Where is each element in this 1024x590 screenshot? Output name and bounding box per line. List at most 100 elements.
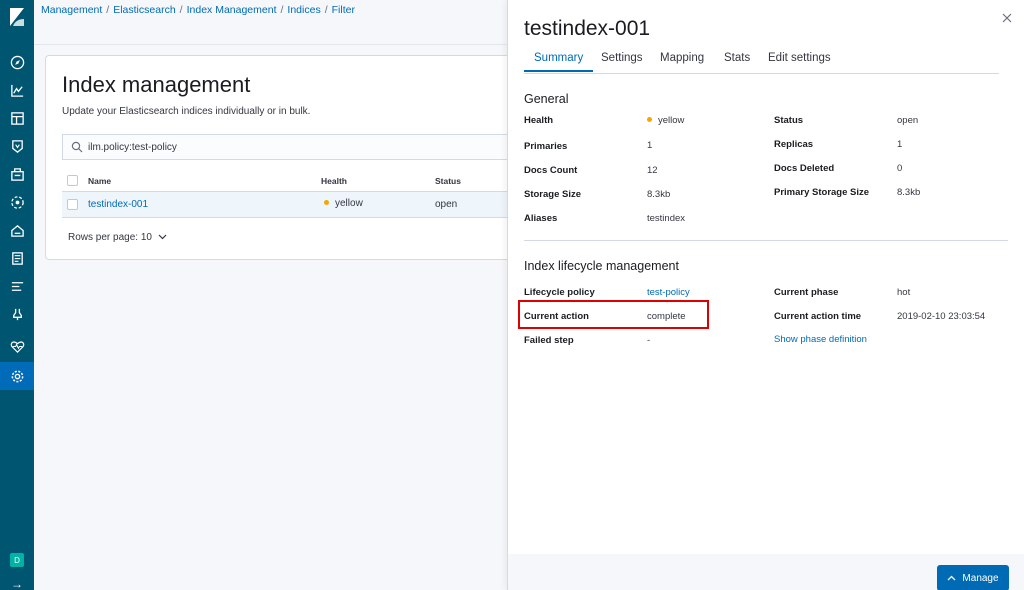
current-phase-value: hot xyxy=(897,287,911,298)
gear-icon xyxy=(11,370,23,382)
status-cell: open xyxy=(435,199,458,210)
visualize-icon xyxy=(10,84,23,97)
nav-maps[interactable] xyxy=(0,160,34,188)
manage-button[interactable]: Manage xyxy=(937,565,1009,590)
tab-mapping[interactable]: Mapping xyxy=(660,52,704,70)
nav-ml[interactable] xyxy=(0,188,34,216)
storage-size-label: Storage Size xyxy=(524,189,582,200)
section-divider xyxy=(524,240,1008,241)
failed-step-label: Failed step xyxy=(524,335,574,346)
flyout-tabs: Summary Settings Mapping Stats Edit sett… xyxy=(524,50,999,74)
monitoring-icon xyxy=(10,341,24,353)
collapse-nav-icon[interactable]: → xyxy=(10,578,24,590)
column-status[interactable]: Status xyxy=(435,176,461,186)
primaries-label: Primaries xyxy=(524,141,568,152)
kibana-logo[interactable] xyxy=(0,0,34,34)
health-dot-icon xyxy=(324,199,329,205)
chevron-up-icon xyxy=(947,575,956,581)
row-checkbox[interactable] xyxy=(67,199,78,210)
nav-logs[interactable] xyxy=(0,244,34,272)
index-name-link[interactable]: testindex-001 xyxy=(88,199,148,210)
nav-apm[interactable] xyxy=(0,272,34,300)
docs-deleted-label: Docs Deleted xyxy=(774,163,835,174)
rows-per-page-button[interactable]: Rows per page: 10 xyxy=(68,232,167,243)
breadcrumb-elasticsearch[interactable]: Elasticsearch xyxy=(113,4,175,16)
tab-summary[interactable]: Summary xyxy=(524,52,594,72)
replicas-label: Replicas xyxy=(774,139,814,150)
breadcrumb-management[interactable]: Management xyxy=(41,4,102,16)
close-icon[interactable] xyxy=(1001,12,1013,24)
dashboard-icon xyxy=(10,111,24,125)
column-health[interactable]: Health xyxy=(321,176,347,186)
nav-dashboard[interactable] xyxy=(0,104,34,132)
kibana-logo-icon xyxy=(10,8,24,26)
general-section-title: General xyxy=(524,92,569,106)
health-label: Health xyxy=(524,115,554,126)
lifecycle-policy-link[interactable]: test-policy xyxy=(647,287,690,298)
primary-storage-label: Primary Storage Size xyxy=(774,187,870,198)
side-nav: D → xyxy=(0,0,34,590)
avatar[interactable]: D xyxy=(10,553,24,567)
failed-step-value: - xyxy=(647,335,651,346)
nav-discover[interactable] xyxy=(0,48,34,76)
breadcrumb-filter[interactable]: Filter xyxy=(332,4,355,16)
devtools-icon xyxy=(12,308,22,320)
compass-icon xyxy=(10,55,24,69)
chevron-down-icon xyxy=(158,234,167,240)
tab-stats[interactable]: Stats xyxy=(724,52,750,70)
header-divider xyxy=(34,44,508,45)
select-all-checkbox[interactable] xyxy=(67,175,78,186)
search-value: ilm.policy:test-policy xyxy=(88,142,177,153)
breadcrumb: Management / Elasticsearch / Index Managemen… xyxy=(41,4,355,16)
canvas-icon xyxy=(11,139,23,153)
table-header: Name Health Status xyxy=(62,172,509,192)
nav-infrastructure[interactable] xyxy=(0,216,34,244)
status-label: Status xyxy=(774,115,804,126)
primary-storage-value: 8.3kb xyxy=(897,187,921,198)
search-icon xyxy=(71,141,83,153)
lifecycle-policy-label: Lifecycle policy xyxy=(524,287,595,298)
table-row: testindex-001 yellow open xyxy=(62,192,509,218)
current-action-time-value: 2019-02-10 23:03:54 xyxy=(897,311,986,322)
nav-devtools[interactable] xyxy=(0,300,34,328)
docs-deleted-value: 0 xyxy=(897,163,903,174)
health-dot-icon xyxy=(647,116,652,122)
docs-count-label: Docs Count xyxy=(524,165,578,176)
column-name[interactable]: Name xyxy=(88,176,111,186)
current-phase-label: Current phase xyxy=(774,287,839,298)
show-phase-definition-link[interactable]: Show phase definition xyxy=(774,334,867,345)
flyout-footer: Manage xyxy=(508,554,1024,590)
nav-canvas[interactable] xyxy=(0,132,34,160)
ml-icon xyxy=(10,195,24,209)
index-management-panel: Index management Update your Elasticsear… xyxy=(45,55,509,260)
ilm-section-title: Index lifecycle management xyxy=(524,259,679,273)
replicas-value: 1 xyxy=(897,139,903,150)
health-value: yellow xyxy=(647,115,684,126)
highlight-box xyxy=(518,300,709,329)
search-input[interactable]: ilm.policy:test-policy xyxy=(62,134,509,160)
breadcrumb-index-management[interactable]: Index Management xyxy=(187,4,277,16)
aliases-value: testindex xyxy=(647,213,686,224)
docs-count-value: 12 xyxy=(647,165,658,176)
infrastructure-icon xyxy=(10,224,24,237)
health-cell: yellow xyxy=(324,198,363,209)
index-detail-flyout: testindex-001 Summary Settings Mapping S… xyxy=(507,0,1024,590)
tab-edit-settings[interactable]: Edit settings xyxy=(768,52,831,70)
nav-management[interactable] xyxy=(0,362,34,390)
nav-monitoring[interactable] xyxy=(0,332,34,360)
logs-icon xyxy=(11,251,23,265)
tab-settings[interactable]: Settings xyxy=(601,52,643,70)
aliases-label: Aliases xyxy=(524,213,558,224)
breadcrumb-indices[interactable]: Indices xyxy=(287,4,320,16)
current-action-time-label: Current action time xyxy=(774,311,862,322)
page-title: Index management xyxy=(62,72,251,97)
status-value: open xyxy=(897,115,919,126)
primaries-value: 1 xyxy=(647,140,653,151)
flyout-title: testindex-001 xyxy=(524,17,651,40)
page-description: Update your Elasticsearch indices indivi… xyxy=(62,106,311,117)
storage-size-value: 8.3kb xyxy=(647,189,671,200)
nav-visualize[interactable] xyxy=(0,76,34,104)
manage-label: Manage xyxy=(962,572,999,584)
maps-icon xyxy=(10,167,24,181)
apm-icon xyxy=(11,281,23,291)
